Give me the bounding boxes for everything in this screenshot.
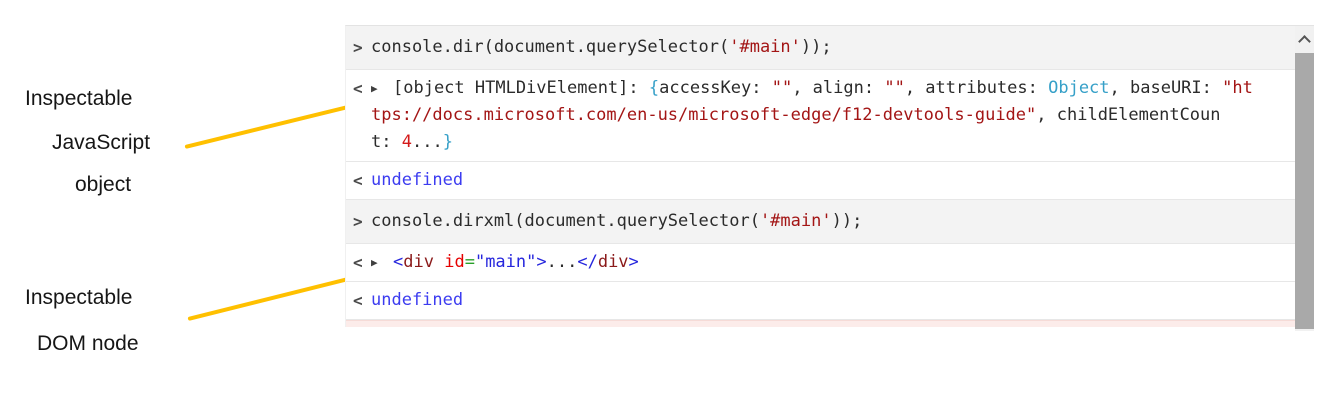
code-token: "ht xyxy=(1222,78,1253,98)
callout-line-dom-node xyxy=(187,272,369,321)
console-result-row: < ▶ [object HTMLDivElement]: {accessKey: "… xyxy=(346,70,1295,162)
console-output-area: > console.dir(document.querySelector('#ma… xyxy=(346,26,1295,320)
annotation-dom-node-line1: Inspectable xyxy=(25,286,133,309)
annotation-dom-node-line2: DOM node xyxy=(37,332,139,355)
console-row-text: ▶ [object HTMLDivElement]: {accessKey: ""… xyxy=(371,75,1295,156)
console-row-text: ▶ <div id="main">...</div> xyxy=(371,249,1295,276)
scrollbar-thumb[interactable] xyxy=(1295,53,1314,329)
code-line: t: 4...} xyxy=(371,129,1295,156)
figure-canvas: Inspectable JavaScript object Inspectabl… xyxy=(0,0,1318,402)
code-token: "" xyxy=(771,78,793,98)
next-row-edge xyxy=(346,320,1295,327)
code-token: '#main' xyxy=(759,211,832,231)
code-token: "" xyxy=(884,78,905,98)
code-token: > xyxy=(536,252,547,272)
code-token: < xyxy=(393,252,404,272)
code-line: undefined xyxy=(371,287,1295,314)
console-panel: > console.dir(document.querySelector('#ma… xyxy=(345,25,1314,331)
code-token: } xyxy=(442,132,453,152)
code-token: t: xyxy=(371,132,402,152)
expand-triangle-icon[interactable]: ▶ xyxy=(371,249,393,276)
annotation-js-object-line2: JavaScript xyxy=(52,131,151,154)
console-result-row: < undefined xyxy=(346,162,1295,200)
code-token: )); xyxy=(800,37,832,57)
code-token: tps://docs.microsoft.com/en-us/microsoft… xyxy=(371,105,1037,125)
code-token: , attributes: xyxy=(904,78,1049,98)
code-token: "main" xyxy=(474,252,537,272)
code-token: '#main' xyxy=(729,37,801,57)
console-result-row: < ▶ <div id="main">...</div> xyxy=(346,244,1295,282)
code-line: ▶ <div id="main">...</div> xyxy=(371,249,1295,276)
code-line: console.dir(document.querySelector('#mai… xyxy=(371,34,1295,61)
console-input-row: > console.dirxml(document.querySelector('… xyxy=(346,200,1295,244)
code-line: undefined xyxy=(371,167,1295,194)
output-chevron-icon: < xyxy=(353,253,363,272)
console-row-text: console.dirxml(document.querySelector('#… xyxy=(371,208,1295,235)
callout-line-js-object xyxy=(184,102,358,149)
scroll-up-icon xyxy=(1298,35,1311,48)
output-chevron-icon: < xyxy=(353,291,363,310)
code-token: = xyxy=(464,252,475,272)
input-prompt-icon: > xyxy=(353,212,363,231)
code-token: </ xyxy=(577,252,598,272)
annotation-js-object-line3: object xyxy=(75,173,132,196)
code-token: div xyxy=(597,252,629,272)
output-chevron-icon: < xyxy=(353,79,363,98)
expand-triangle-icon[interactable]: ▶ xyxy=(371,75,393,102)
code-token: id xyxy=(444,252,465,272)
code-token: , baseURI: xyxy=(1109,78,1223,98)
code-token: ... xyxy=(411,132,443,152)
console-row-text: undefined xyxy=(371,287,1295,314)
console-input-row: > console.dir(document.querySelector('#ma… xyxy=(346,26,1295,70)
code-token: undefined xyxy=(371,170,464,190)
code-token: undefined xyxy=(371,290,464,310)
console-row-text: console.dir(document.querySelector('#mai… xyxy=(371,34,1295,61)
code-token: , childElementCoun xyxy=(1036,105,1221,125)
scroll-up-button[interactable] xyxy=(1295,26,1314,52)
input-prompt-icon: > xyxy=(353,38,363,57)
code-token: accessKey: xyxy=(659,78,772,98)
code-token: div xyxy=(403,252,434,272)
code-token: [object HTMLDivElement]: xyxy=(393,78,649,98)
scrollbar[interactable] xyxy=(1295,26,1314,331)
code-line: ▶ [object HTMLDivElement]: {accessKey: ""… xyxy=(371,75,1295,102)
code-token: Object xyxy=(1048,78,1110,98)
code-token: console.dirxml(document.querySelector( xyxy=(371,211,760,231)
code-token: , align: xyxy=(792,78,885,98)
code-line: console.dirxml(document.querySelector('#… xyxy=(371,208,1295,235)
code-token: )); xyxy=(831,211,863,231)
code-token: console.dir(document.querySelector( xyxy=(371,37,730,57)
output-chevron-icon: < xyxy=(353,171,363,190)
annotation-js-object-line1: Inspectable xyxy=(25,87,133,110)
console-row-text: undefined xyxy=(371,167,1295,194)
console-result-row: < undefined xyxy=(346,282,1295,320)
code-token: { xyxy=(648,78,660,98)
code-token: ... xyxy=(546,252,578,272)
code-line: tps://docs.microsoft.com/en-us/microsoft… xyxy=(371,102,1295,129)
code-token: > xyxy=(628,252,639,272)
code-token: 4 xyxy=(401,132,412,152)
